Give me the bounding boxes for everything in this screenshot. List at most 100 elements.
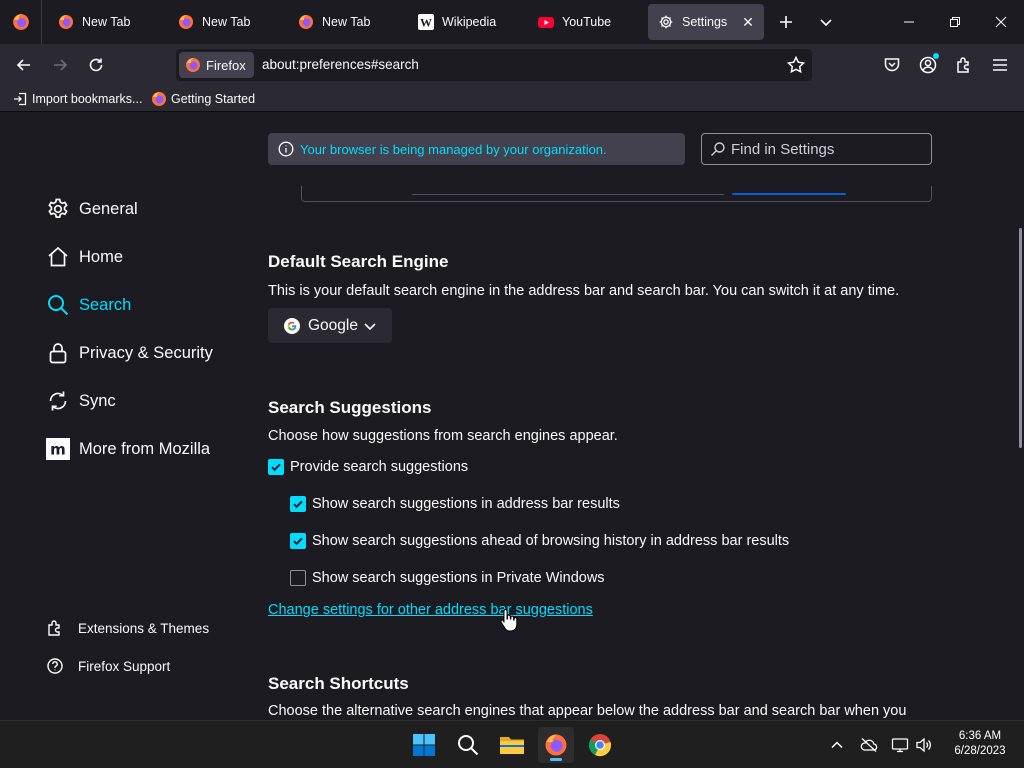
side-link-label: Extensions & Themes bbox=[78, 620, 210, 636]
taskbar-clock[interactable]: 6:36 AM 6/28/2023 bbox=[944, 729, 1016, 759]
tab-wikipedia[interactable]: W Wikipedia bbox=[408, 4, 520, 40]
restore-button[interactable] bbox=[932, 0, 978, 44]
extensions-themes-link[interactable]: Extensions & Themes bbox=[46, 617, 209, 639]
file-explorer-button[interactable] bbox=[494, 727, 530, 763]
tab-settings[interactable]: Settings ✕ bbox=[648, 4, 764, 40]
svg-text:W: W bbox=[420, 16, 432, 30]
default-search-engine-heading: Default Search Engine bbox=[268, 252, 449, 271]
wikipedia-icon: W bbox=[418, 14, 434, 30]
new-tab-button[interactable] bbox=[770, 4, 802, 40]
reload-button[interactable] bbox=[80, 50, 112, 80]
taskbar-search-button[interactable] bbox=[450, 727, 486, 763]
scrollbar-thumb[interactable] bbox=[1019, 228, 1022, 448]
private-suggestions-checkbox-row[interactable]: Show search suggestions in Private Windo… bbox=[290, 570, 605, 586]
checkbox-label: Provide search suggestions bbox=[290, 459, 469, 475]
address-bar-suggestions-link[interactable]: Change settings for other address bar su… bbox=[268, 602, 593, 618]
firefox-support-link[interactable]: Firefox Support bbox=[46, 655, 170, 677]
close-window-button[interactable] bbox=[978, 0, 1024, 44]
bookmark-getting-started[interactable]: Getting Started bbox=[151, 90, 255, 108]
import-icon bbox=[12, 91, 28, 107]
info-icon bbox=[278, 141, 294, 157]
firefox-icon bbox=[298, 14, 314, 30]
identity-box[interactable]: Firefox bbox=[179, 52, 254, 78]
primary-button-edge bbox=[732, 193, 846, 195]
category-label: Sync bbox=[79, 391, 116, 410]
gear-icon bbox=[46, 197, 70, 221]
speaker-icon bbox=[916, 737, 931, 753]
arrow-left-icon bbox=[16, 59, 30, 71]
tab-youtube[interactable]: YouTube bbox=[528, 4, 640, 40]
checkbox-checked[interactable] bbox=[290, 496, 306, 512]
search-icon bbox=[711, 142, 725, 156]
list-all-tabs-button[interactable] bbox=[810, 4, 842, 40]
back-button[interactable] bbox=[8, 50, 40, 80]
extensions-button[interactable] bbox=[949, 50, 979, 80]
category-general[interactable]: General bbox=[46, 193, 138, 225]
checkbox-label: Show search suggestions in Private Windo… bbox=[312, 570, 605, 586]
find-in-settings-input[interactable] bbox=[731, 140, 921, 158]
category-label: Home bbox=[79, 247, 124, 266]
firefox-icon bbox=[186, 58, 200, 72]
pocket-icon bbox=[884, 58, 900, 72]
reload-icon bbox=[89, 58, 103, 72]
category-home[interactable]: Home bbox=[46, 241, 123, 273]
app-menu-button[interactable] bbox=[985, 50, 1015, 80]
chevron-down-icon bbox=[820, 19, 832, 27]
search-icon bbox=[46, 293, 70, 317]
restore-icon bbox=[950, 17, 960, 27]
checkbox-label: Show search suggestions ahead of browsin… bbox=[312, 533, 790, 549]
running-indicator bbox=[550, 758, 562, 761]
url-bar[interactable]: Firefox about:preferences#search bbox=[176, 49, 812, 81]
navigation-toolbar: Firefox about:preferences#search bbox=[0, 44, 1024, 86]
help-icon bbox=[46, 657, 64, 675]
network-icon bbox=[891, 738, 909, 753]
lock-icon bbox=[46, 341, 70, 365]
checkbox-unchecked[interactable] bbox=[290, 570, 306, 586]
firefox-view-button[interactable] bbox=[0, 0, 42, 44]
puzzle-icon bbox=[957, 57, 969, 73]
taskbar-firefox-button[interactable] bbox=[538, 727, 574, 763]
taskbar-chrome-button[interactable] bbox=[582, 727, 618, 763]
checkbox-checked[interactable] bbox=[268, 459, 284, 475]
tab-new-tab-2[interactable]: New Tab bbox=[168, 4, 280, 40]
chrome-icon bbox=[588, 734, 611, 757]
tab-new-tab-1[interactable]: New Tab bbox=[48, 4, 160, 40]
minimize-button[interactable] bbox=[886, 0, 932, 44]
account-button[interactable] bbox=[913, 50, 943, 80]
checkbox-checked[interactable] bbox=[290, 533, 306, 549]
forward-button[interactable] bbox=[44, 50, 76, 80]
bookmark-import[interactable]: Import bookmarks... bbox=[12, 90, 142, 108]
close-tab-icon[interactable]: ✕ bbox=[740, 14, 756, 30]
volume-tray-icon[interactable] bbox=[914, 735, 934, 755]
google-icon bbox=[284, 317, 300, 334]
search-suggestions-description: Choose how suggestions from search engin… bbox=[268, 428, 618, 444]
bookmarks-toolbar: Import bookmarks... Getting Started bbox=[0, 86, 1024, 112]
category-privacy[interactable]: Privacy & Security bbox=[46, 337, 213, 369]
policies-notice[interactable]: Your browser is being managed by your or… bbox=[268, 133, 685, 165]
category-sync[interactable]: Sync bbox=[46, 385, 116, 417]
category-label: Privacy & Security bbox=[79, 343, 213, 362]
chevron-down-icon bbox=[364, 322, 376, 330]
find-in-settings[interactable] bbox=[701, 133, 932, 165]
urlbar-suggestions-checkbox-row[interactable]: Show search suggestions in address bar r… bbox=[290, 496, 620, 512]
search-shortcuts-description: Choose the alternative search engines th… bbox=[268, 703, 907, 719]
tab-label: Settings bbox=[682, 15, 728, 29]
firefox-icon bbox=[178, 14, 194, 30]
category-search[interactable]: Search bbox=[46, 289, 131, 321]
tab-new-tab-3[interactable]: New Tab bbox=[288, 4, 400, 40]
network-tray-icon[interactable] bbox=[890, 735, 910, 755]
category-label: General bbox=[79, 199, 138, 218]
tab-strip: New Tab New Tab New Tab W Wikipedia YouT… bbox=[0, 0, 1024, 44]
provide-suggestions-checkbox-row[interactable]: Provide search suggestions bbox=[268, 459, 468, 475]
tab-label: New Tab bbox=[202, 15, 251, 29]
suggestions-first-checkbox-row[interactable]: Show search suggestions ahead of browsin… bbox=[290, 533, 789, 549]
url-text[interactable]: about:preferences#search bbox=[262, 57, 419, 72]
pocket-button[interactable] bbox=[877, 50, 907, 80]
puzzle-icon bbox=[46, 619, 64, 637]
onedrive-tray-icon[interactable] bbox=[859, 735, 879, 755]
default-engine-dropdown[interactable]: Google bbox=[268, 308, 392, 343]
category-more-from-mozilla[interactable]: m More from Mozilla bbox=[46, 433, 210, 465]
start-button[interactable] bbox=[406, 727, 442, 763]
show-hidden-icons-button[interactable] bbox=[827, 735, 847, 755]
bookmark-star-icon[interactable] bbox=[786, 55, 806, 75]
